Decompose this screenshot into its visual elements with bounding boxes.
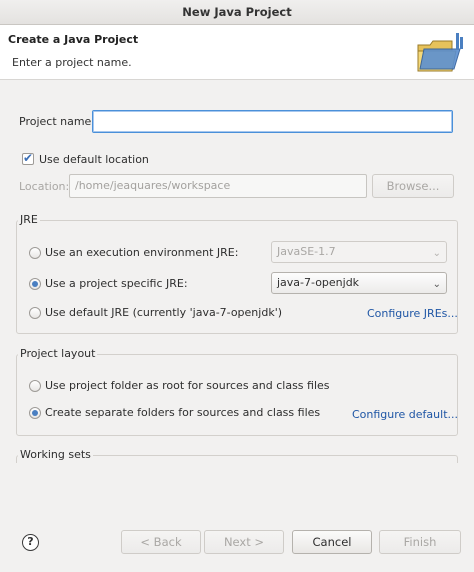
layout-root-radio[interactable] [29,380,41,392]
jre-env-radio[interactable] [29,247,41,259]
jre-specific-combo[interactable]: java-7-openjdk ⌄ [271,272,447,294]
jre-env-combo[interactable]: JavaSE-1.7 ⌄ [271,241,447,263]
layout-separate-label: Create separate folders for sources and … [45,406,321,419]
location-label: Location: [19,180,70,193]
jre-default-label: Use default JRE (currently 'java-7-openj… [45,306,283,319]
content-clip [0,463,474,523]
configure-default-link[interactable]: Configure default... [352,408,458,421]
next-button[interactable]: Next > [204,530,284,554]
checkmark-icon: ✔ [23,151,34,165]
chevron-down-icon: ⌄ [432,248,441,259]
location-input[interactable]: /home/jeaquares/workspace [69,174,367,198]
configure-jres-link[interactable]: Configure JREs... [367,307,458,320]
layout-separate-radio[interactable] [29,407,41,419]
help-icon[interactable]: ? [22,534,39,551]
chevron-down-icon: ⌄ [432,279,441,290]
cancel-button[interactable]: Cancel [292,530,372,554]
jre-env-label: Use an execution environment JRE: [45,246,239,259]
new-java-project-folder-icon [417,33,463,72]
wizard-header: Create a Java Project Enter a project na… [0,25,474,80]
page-title: Create a Java Project [8,33,139,46]
project-name-input[interactable] [92,110,453,133]
use-default-location-checkbox[interactable]: ✔ [22,151,34,165]
working-sets-group-title: Working sets [18,448,93,461]
browse-button[interactable]: Browse... [372,174,454,198]
jre-specific-combo-value: java-7-openjdk [277,276,360,289]
project-layout-group [16,354,458,436]
finish-button[interactable]: Finish [379,530,461,554]
jre-specific-label: Use a project specific JRE: [45,277,188,290]
page-message: Enter a project name. [12,56,132,69]
jre-group-title: JRE [18,213,40,226]
jre-env-combo-value: JavaSE-1.7 [277,245,336,258]
back-button[interactable]: < Back [121,530,201,554]
project-layout-group-title: Project layout [18,347,98,360]
jre-default-radio[interactable] [29,307,41,319]
window-title: New Java Project [0,0,474,25]
use-default-location-label: Use default location [39,153,149,166]
project-name-label: Project name: [19,115,96,128]
jre-specific-radio[interactable] [29,278,41,290]
layout-root-label: Use project folder as root for sources a… [45,379,330,392]
